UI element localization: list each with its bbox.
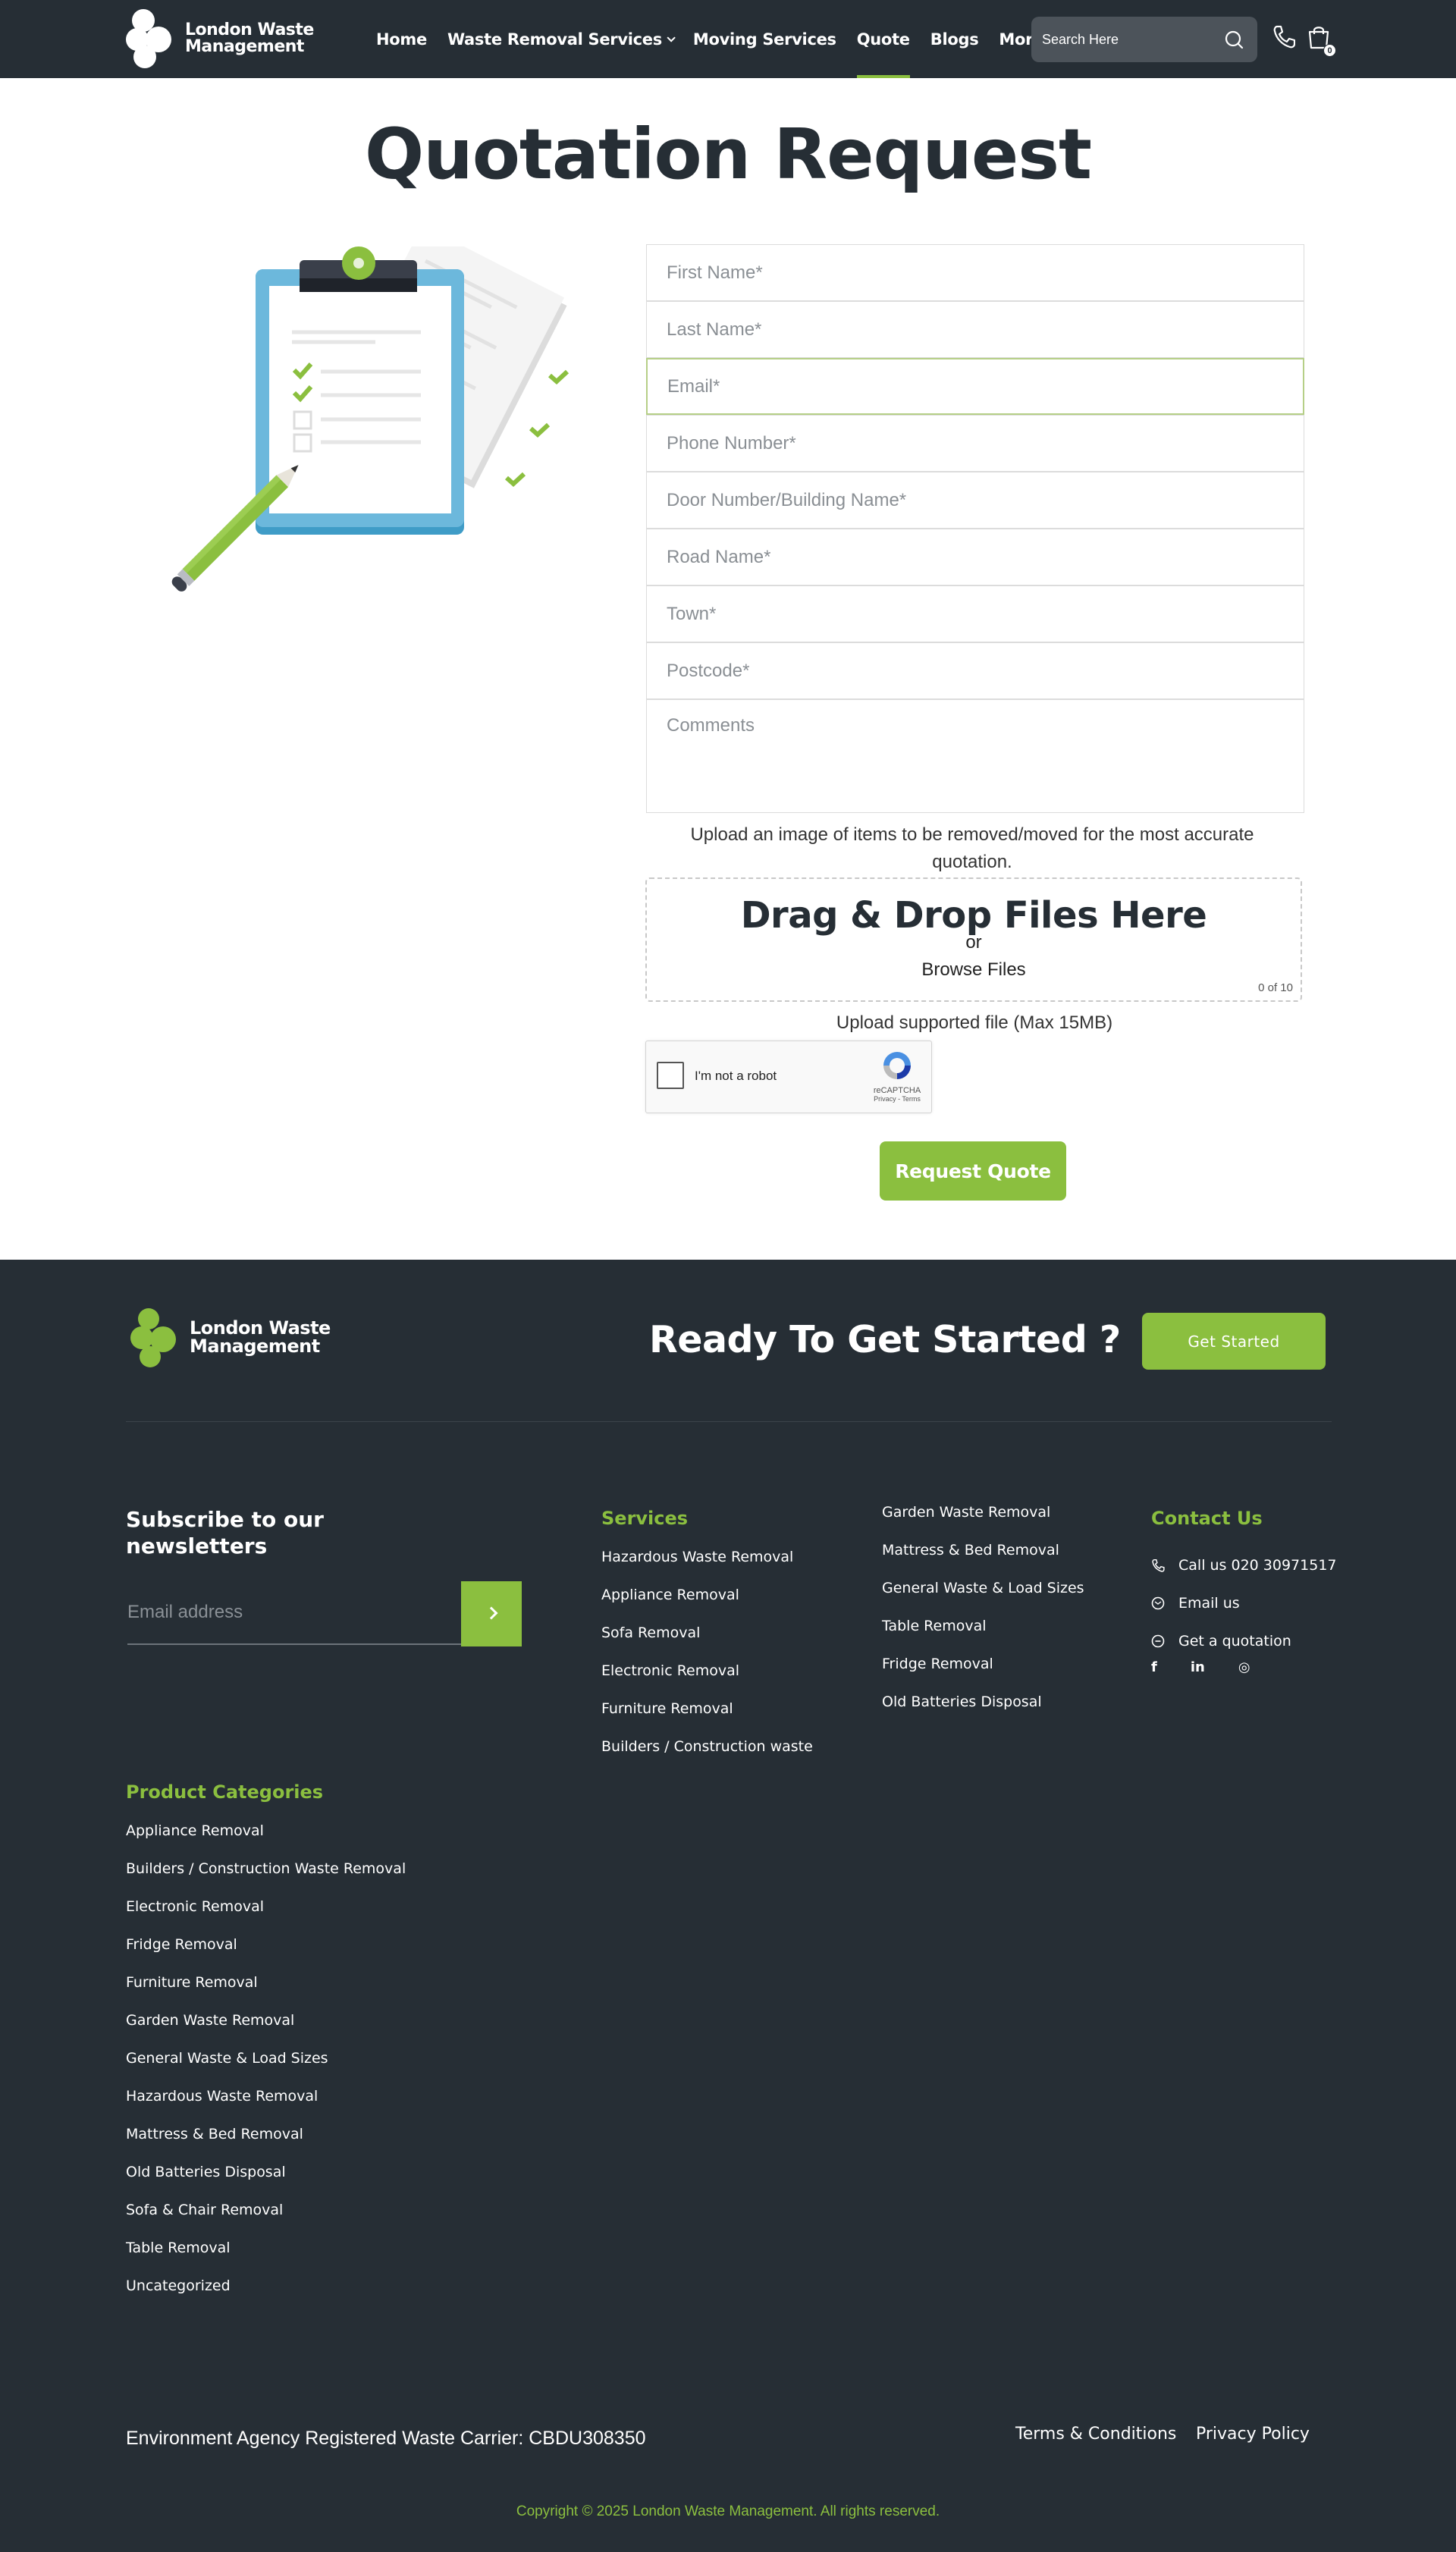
nav-home[interactable]: Home — [376, 0, 427, 78]
contact-title: Contact Us — [1151, 1508, 1263, 1529]
email-field[interactable] — [646, 358, 1304, 415]
privacy-policy-link[interactable]: Privacy Policy — [1196, 2425, 1310, 2444]
recaptcha-logo: reCAPTCHA Privacy - Terms — [871, 1049, 924, 1103]
instagram-icon[interactable]: ◎ — [1238, 1659, 1250, 1675]
last-name-field[interactable] — [646, 301, 1304, 358]
phone-icon[interactable] — [1272, 24, 1296, 52]
footer-link[interactable]: Appliance Removal — [601, 1587, 813, 1624]
file-count: 0 of 10 — [1258, 981, 1293, 994]
phone-icon — [1151, 1559, 1165, 1572]
logo-mark-icon — [126, 8, 179, 70]
request-quote-button[interactable]: Request Quote — [880, 1141, 1066, 1201]
terms-link[interactable]: Terms & Conditions — [1015, 2425, 1176, 2444]
cta-title: Ready To Get Started ? — [649, 1318, 1121, 1361]
footer-link[interactable]: Sofa Removal — [601, 1624, 813, 1662]
search-input[interactable] — [1042, 17, 1216, 62]
footer-link[interactable]: Furniture Removal — [601, 1700, 813, 1738]
get-quotation-link[interactable]: Get a quotation — [1151, 1622, 1337, 1660]
footer-divider — [126, 1421, 1332, 1422]
file-dropzone[interactable]: Drag & Drop Files Here or Browse Files 0… — [645, 877, 1302, 1002]
footer-link[interactable]: Old Batteries Disposal — [882, 1693, 1084, 1731]
footer-link[interactable]: Hazardous Waste Removal — [601, 1549, 813, 1587]
nav-blogs[interactable]: Blogs — [930, 0, 979, 78]
cart-icon[interactable]: 0 — [1306, 24, 1336, 57]
category-link[interactable]: Appliance Removal — [126, 1822, 406, 1860]
site-header: London Waste Management Home Waste Remov… — [0, 0, 1456, 78]
linkedin-icon[interactable]: in — [1191, 1659, 1205, 1675]
site-logo[interactable]: London Waste Management — [126, 8, 314, 70]
search-icon[interactable] — [1224, 30, 1244, 53]
site-footer: London Waste Management Ready To Get Sta… — [0, 1260, 1456, 2552]
category-link[interactable]: Furniture Removal — [126, 1974, 406, 2012]
email-icon — [1151, 1596, 1165, 1610]
building-name-field[interactable] — [646, 472, 1304, 529]
contact-list: Call us 020 30971517 Email us Get a quot… — [1151, 1546, 1337, 1660]
logo-mark-icon — [130, 1307, 184, 1369]
category-link[interactable]: Garden Waste Removal — [126, 2012, 406, 2050]
quote-form — [646, 244, 1304, 813]
social-links: f in ◎ — [1151, 1659, 1284, 1675]
logo-text: London Waste Management — [185, 20, 314, 56]
browse-files-button[interactable]: Browse Files — [647, 959, 1301, 981]
copyright: Copyright © 2025 London Waste Management… — [516, 2503, 940, 2519]
chevron-down-icon — [667, 33, 676, 42]
services-title: Services — [601, 1508, 689, 1529]
waste-carrier-registration: Environment Agency Registered Waste Carr… — [126, 2428, 646, 2449]
category-link[interactable]: Sofa & Chair Removal — [126, 2202, 406, 2240]
services-list-1: Hazardous Waste Removal Appliance Remova… — [601, 1549, 813, 1776]
footer-logo[interactable]: London Waste Management — [130, 1307, 331, 1369]
page-title: Quotation Request — [365, 114, 1092, 195]
get-started-button[interactable]: Get Started — [1142, 1313, 1326, 1370]
dropzone-title: Drag & Drop Files Here — [740, 894, 1207, 937]
category-link[interactable]: Fridge Removal — [126, 1936, 406, 1974]
comments-field[interactable] — [646, 699, 1304, 813]
recaptcha-checkbox[interactable] — [657, 1062, 684, 1089]
newsletter-email-input[interactable] — [127, 1581, 461, 1645]
footer-link[interactable]: Builders / Construction waste — [601, 1738, 813, 1776]
category-link[interactable]: Hazardous Waste Removal — [126, 2088, 406, 2126]
nav-waste-removal-services[interactable]: Waste Removal Services — [447, 0, 676, 78]
road-name-field[interactable] — [646, 529, 1304, 585]
category-link[interactable]: Builders / Construction Waste Removal — [126, 1860, 406, 1898]
nav-quote[interactable]: Quote — [856, 0, 910, 78]
upload-support-note: Upload supported file (Max 15MB) — [836, 1012, 1113, 1033]
first-name-field[interactable] — [646, 244, 1304, 301]
footer-link[interactable]: Table Removal — [882, 1618, 1084, 1656]
chat-icon — [1151, 1634, 1165, 1648]
postcode-field[interactable] — [646, 642, 1304, 699]
product-categories-list: Appliance Removal Builders / Constructio… — [126, 1822, 406, 2315]
town-field[interactable] — [646, 585, 1304, 642]
call-us-link[interactable]: Call us 020 30971517 — [1151, 1546, 1337, 1584]
chevron-right-icon — [485, 1606, 498, 1619]
category-link[interactable]: General Waste & Load Sizes — [126, 2050, 406, 2088]
category-link[interactable]: Uncategorized — [126, 2277, 406, 2315]
recaptcha-widget: I'm not a robot reCAPTCHA Privacy - Term… — [645, 1041, 932, 1113]
footer-link[interactable]: Electronic Removal — [601, 1662, 813, 1700]
newsletter-submit-button[interactable] — [461, 1581, 522, 1646]
footer-link[interactable]: Garden Waste Removal — [882, 1504, 1084, 1542]
category-link[interactable]: Old Batteries Disposal — [126, 2164, 406, 2202]
recaptcha-label: I'm not a robot — [695, 1069, 777, 1083]
phone-number-field[interactable] — [646, 415, 1304, 472]
logo-text: London Waste Management — [190, 1317, 331, 1357]
services-list-2: Garden Waste Removal Mattress & Bed Remo… — [882, 1504, 1084, 1731]
category-link[interactable]: Mattress & Bed Removal — [126, 2126, 406, 2164]
email-us-link[interactable]: Email us — [1151, 1584, 1337, 1622]
subscribe-title: Subscribe to our newsletters — [126, 1507, 324, 1559]
clipboard-illustration — [148, 225, 618, 622]
recaptcha-icon — [883, 1052, 911, 1079]
nav-moving-services[interactable]: Moving Services — [693, 0, 836, 78]
footer-link[interactable]: Mattress & Bed Removal — [882, 1542, 1084, 1580]
search-box — [1031, 17, 1257, 62]
footer-link[interactable]: General Waste & Load Sizes — [882, 1580, 1084, 1618]
cart-count-badge: 0 — [1323, 44, 1336, 57]
footer-link[interactable]: Fridge Removal — [882, 1656, 1084, 1693]
main-nav: Home Waste Removal Services Moving Servi… — [376, 0, 1075, 78]
product-categories-title: Product Categories — [126, 1781, 324, 1803]
category-link[interactable]: Table Removal — [126, 2240, 406, 2277]
upload-note: Upload an image of items to be removed/m… — [690, 824, 1254, 872]
category-link[interactable]: Electronic Removal — [126, 1898, 406, 1936]
facebook-icon[interactable]: f — [1151, 1659, 1157, 1675]
